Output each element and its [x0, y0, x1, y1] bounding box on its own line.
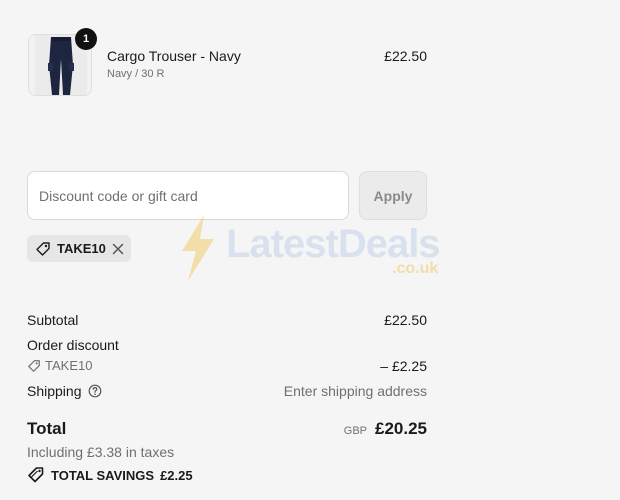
- order-discount-label: Order discount: [27, 337, 119, 353]
- discount-code-input[interactable]: [27, 171, 349, 220]
- tag-icon: [27, 359, 41, 373]
- watermark-logo: LatestDeals .co.uk: [178, 215, 441, 286]
- total-savings: TOTAL SAVINGS £2.25: [27, 466, 193, 484]
- shipping-label: Shipping: [27, 383, 82, 399]
- savings-label: TOTAL SAVINGS: [51, 467, 155, 483]
- product-name: Cargo Trouser - Navy: [107, 48, 241, 64]
- close-icon: [112, 243, 124, 254]
- order-discount-code: TAKE10: [45, 358, 93, 373]
- applied-code-label: TAKE10: [57, 241, 106, 256]
- lightning-bolt-icon: [182, 215, 214, 281]
- total-currency: GBP: [343, 425, 367, 437]
- subtotal-row: Subtotal £22.50: [27, 312, 427, 328]
- shipping-value: Enter shipping address: [283, 383, 427, 399]
- subtotal-label: Subtotal: [27, 312, 79, 328]
- savings-value: £2.25: [160, 467, 193, 483]
- product-variant: Navy / 30 R: [107, 68, 165, 80]
- shipping-row: Shipping Enter shipping address: [27, 383, 427, 399]
- order-discount-row: Order discount: [27, 337, 427, 353]
- total-value: £20.25: [375, 419, 427, 438]
- apply-discount-button[interactable]: Apply: [359, 171, 427, 220]
- total-amount: GBP £20.25: [344, 419, 427, 439]
- tag-icon: [35, 241, 51, 257]
- quantity-badge: 1: [75, 28, 97, 50]
- subtotal-value: £22.50: [384, 312, 427, 328]
- remove-discount-button[interactable]: [112, 243, 124, 255]
- order-discount-code-row: TAKE10 – £2.25: [27, 358, 427, 374]
- order-discount-value: – £2.25: [380, 358, 427, 374]
- tag-icon: [27, 466, 45, 484]
- total-label: Total: [27, 419, 67, 438]
- cart-line-item: 1 Cargo Trouser - Navy Navy / 30 R £22.5…: [28, 28, 427, 96]
- taxes-note: Including £3.38 in taxes: [27, 444, 175, 460]
- product-price: £22.50: [384, 48, 427, 64]
- watermark-subtext: .co.uk: [392, 260, 439, 277]
- applied-discount-chip: TAKE10: [27, 235, 131, 262]
- help-icon[interactable]: [88, 384, 102, 398]
